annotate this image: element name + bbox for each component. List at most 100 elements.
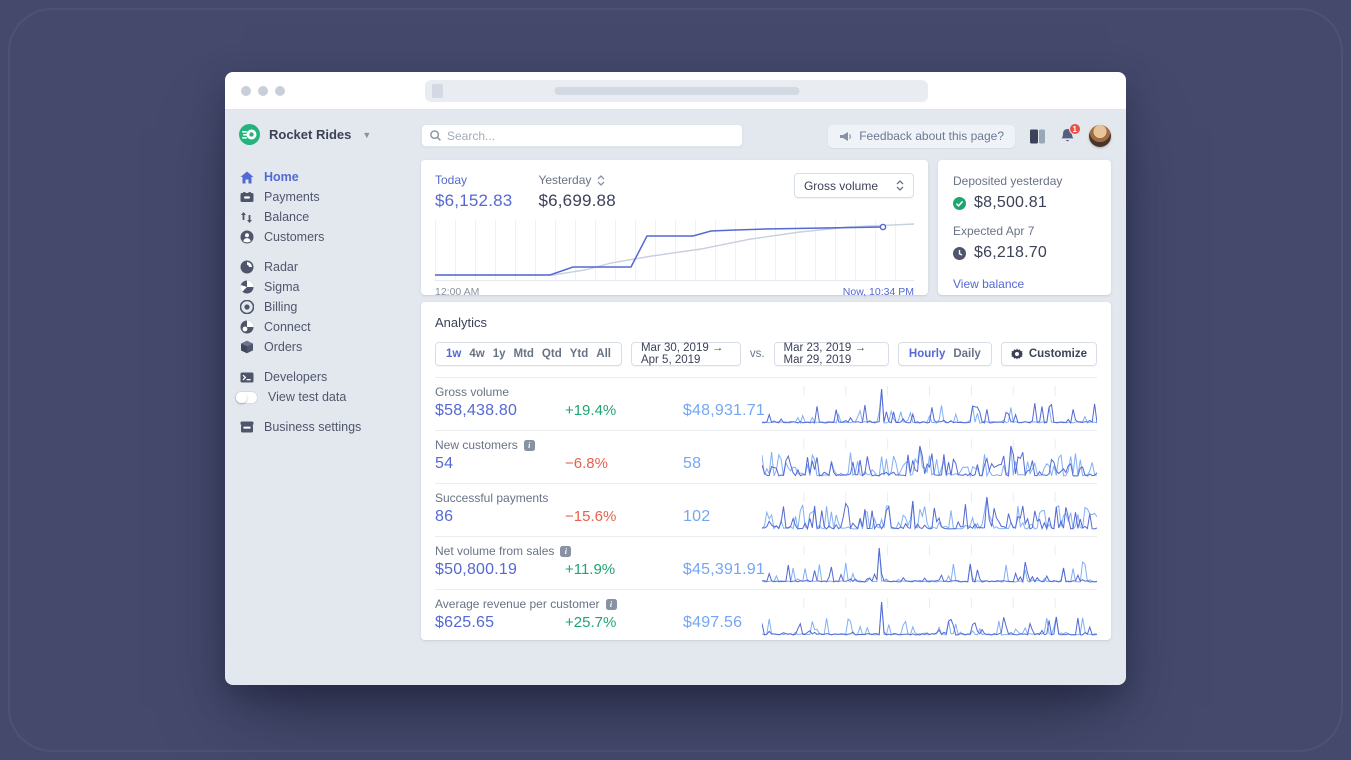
date-range-previous[interactable]: Mar 23, 2019 → Mar 29, 2019	[773, 342, 889, 366]
info-icon[interactable]: i	[560, 545, 572, 557]
search-box[interactable]	[421, 124, 743, 147]
range-ytd[interactable]: Ytd	[566, 348, 593, 360]
window-zoom-button[interactable]	[275, 86, 285, 96]
date-range-current[interactable]: Mar 30, 2019 → Apr 5, 2019	[630, 342, 741, 366]
today-chart	[435, 220, 914, 281]
view-balance-link[interactable]: View balance	[953, 277, 1024, 291]
window-controls[interactable]	[241, 86, 285, 96]
megaphone-icon	[840, 131, 852, 141]
metric-row-new-customers: New customers i 54 −6.8% 58	[435, 430, 1097, 483]
docs-button[interactable]	[1029, 129, 1046, 144]
metric-row-successful-payments: Successful payments 86 −15.6% 102	[435, 483, 1097, 536]
test-data-toggle[interactable]	[235, 390, 258, 404]
sidebar-item-label: Orders	[264, 340, 303, 354]
window-close-button[interactable]	[241, 86, 251, 96]
x-axis-now-label: Now, 10:34 PM	[842, 286, 914, 298]
sidebar-item-connect[interactable]: Connect	[239, 317, 421, 337]
x-axis-start-label: 12:00 AM	[435, 286, 480, 298]
sidebar-item-label: Home	[264, 170, 299, 184]
sidebar-item-label: View test data	[268, 390, 347, 404]
metric-select-value: Gross volume	[803, 178, 878, 193]
notifications-button[interactable]: 1	[1060, 123, 1081, 144]
account-switcher[interactable]: Rocket Rides ▼	[239, 124, 421, 145]
sidebar-item-business-settings[interactable]: Business settings	[239, 417, 421, 437]
balance-panel: Deposited yesterday $8,500.81 Expected A…	[938, 160, 1111, 295]
granularity-daily[interactable]: Daily	[949, 348, 985, 360]
today-panel: Today $6,152.83 Yesterday $6,699.88 Gros…	[421, 160, 928, 298]
current-point-marker	[879, 223, 887, 231]
gear-icon	[1010, 348, 1023, 360]
metric-current-value: 86	[435, 508, 454, 525]
sidebar-item-customers[interactable]: Customers	[239, 227, 421, 247]
metric-label: Successful payments	[435, 491, 549, 505]
range-1y[interactable]: 1y	[489, 348, 510, 360]
metric-current-value: $625.65	[435, 614, 495, 631]
topbar: Feedback about this page? 1	[421, 123, 1111, 148]
sidebar-nav: Home Payments Balance Customers Radar Si…	[235, 167, 421, 437]
user-avatar[interactable]	[1089, 125, 1111, 147]
sidebar: Rocket Rides ▼ Home Payments Balance Cus…	[225, 110, 421, 685]
customers-icon	[239, 230, 254, 245]
select-chevrons-icon	[896, 180, 904, 191]
feedback-label: Feedback about this page?	[859, 129, 1004, 143]
metric-select[interactable]: Gross volume	[793, 173, 914, 198]
sidebar-item-balance[interactable]: Balance	[239, 207, 421, 227]
today-value: $6,152.83	[435, 191, 513, 210]
feedback-button[interactable]: Feedback about this page?	[828, 124, 1015, 148]
sidebar-item-sigma[interactable]: Sigma	[239, 277, 421, 297]
docs-icon	[1030, 129, 1045, 143]
check-circle-icon	[953, 196, 966, 210]
metric-previous-value: 58	[683, 455, 702, 472]
metric-delta: +11.9%	[564, 561, 616, 578]
search-input[interactable]	[447, 128, 734, 143]
range-4w[interactable]: 4w	[465, 348, 488, 360]
orders-icon	[239, 340, 254, 355]
metric-current-value: $58,438.80	[435, 402, 518, 419]
granularity-selector: Hourly Daily	[897, 342, 992, 366]
metric-delta: −15.6%	[565, 508, 617, 525]
metric-rows: Gross volume $58,438.80 +19.4% $48,931.7…	[435, 377, 1097, 642]
expected-label: Expected Apr 7	[953, 224, 1035, 238]
info-icon[interactable]: i	[605, 598, 617, 610]
metric-label: New customers	[435, 438, 518, 452]
home-icon	[239, 170, 254, 185]
sidebar-item-payments[interactable]: Payments	[239, 187, 421, 207]
connect-icon	[239, 320, 254, 335]
sidebar-item-billing[interactable]: Billing	[239, 297, 421, 317]
info-icon[interactable]: i	[523, 439, 535, 451]
yesterday-label[interactable]: Yesterday	[538, 173, 615, 187]
sidebar-item-label: Developers	[264, 370, 328, 384]
clock-icon	[953, 246, 966, 260]
sidebar-item-orders[interactable]: Orders	[239, 337, 421, 357]
url-bar[interactable]	[425, 80, 928, 102]
yesterday-value: $6,699.88	[538, 191, 616, 210]
metric-delta: −6.8%	[565, 455, 608, 472]
sidebar-item-view-test-data[interactable]: View test data	[235, 387, 421, 407]
balance-icon	[239, 210, 254, 225]
vs-label: vs.	[749, 348, 765, 360]
deposited-label: Deposited yesterday	[953, 174, 1063, 188]
metric-label: Gross volume	[435, 385, 510, 399]
favicon-placeholder	[432, 84, 443, 98]
range-all[interactable]: All	[592, 348, 615, 360]
range-1w[interactable]: 1w	[442, 348, 465, 360]
customize-button[interactable]: Customize	[1000, 342, 1097, 366]
range-mtd[interactable]: Mtd	[509, 348, 537, 360]
window-minimize-button[interactable]	[258, 86, 268, 96]
metric-label: Average revenue per customer	[435, 597, 600, 611]
metric-row-net-volume: Net volume from sales i $50,800.19 +11.9%…	[435, 536, 1097, 589]
metric-previous-value: $45,391.91	[682, 561, 765, 578]
metric-current-value: $50,800.19	[435, 561, 518, 578]
sidebar-item-label: Radar	[264, 260, 299, 274]
sidebar-item-label: Billing	[264, 300, 298, 314]
sidebar-item-home[interactable]: Home	[239, 167, 421, 187]
metric-delta: +25.7%	[565, 614, 617, 631]
granularity-hourly[interactable]: Hourly	[905, 348, 949, 360]
sidebar-item-radar[interactable]: Radar	[239, 257, 421, 277]
sidebar-item-label: Customers	[264, 230, 325, 244]
notification-badge: 1	[1068, 123, 1081, 135]
sidebar-item-developers[interactable]: Developers	[239, 367, 421, 387]
sparkline-chart	[762, 545, 1097, 585]
metric-label: Net volume from sales	[435, 544, 555, 558]
range-qtd[interactable]: Qtd	[538, 348, 566, 360]
